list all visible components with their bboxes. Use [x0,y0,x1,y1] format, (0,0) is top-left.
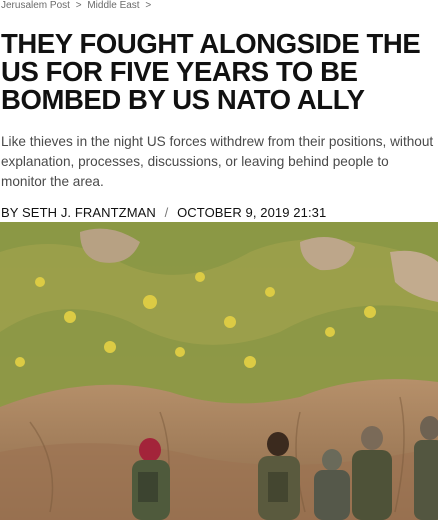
byline-prefix: BY [1,205,19,220]
article-page: Jerusalem Post > Middle East > THEY FOUG… [0,0,438,520]
breadcrumb: Jerusalem Post > Middle East > [1,0,154,14]
article-dek: Like thieves in the night US forces with… [1,134,434,189]
breadcrumb-separator: > [75,0,82,11]
byline-separator: / [164,205,169,220]
publish-date: OCTOBER 9, 2019 21:31 [177,205,327,220]
breadcrumb-link-site[interactable]: Jerusalem Post [1,0,70,11]
hero-photo-illustration [0,222,438,520]
breadcrumb-separator: > [145,0,152,11]
author-link[interactable]: SETH J. FRANTZMAN [22,205,156,220]
article-headline: THEY FOUGHT ALONGSIDE THE US FOR FIVE YE… [1,28,421,115]
hero-image [0,222,438,520]
breadcrumb-link-section[interactable]: Middle East [87,0,139,11]
article-byline: BY SETH J. FRANTZMAN / OCTOBER 9, 2019 2… [1,205,326,221]
